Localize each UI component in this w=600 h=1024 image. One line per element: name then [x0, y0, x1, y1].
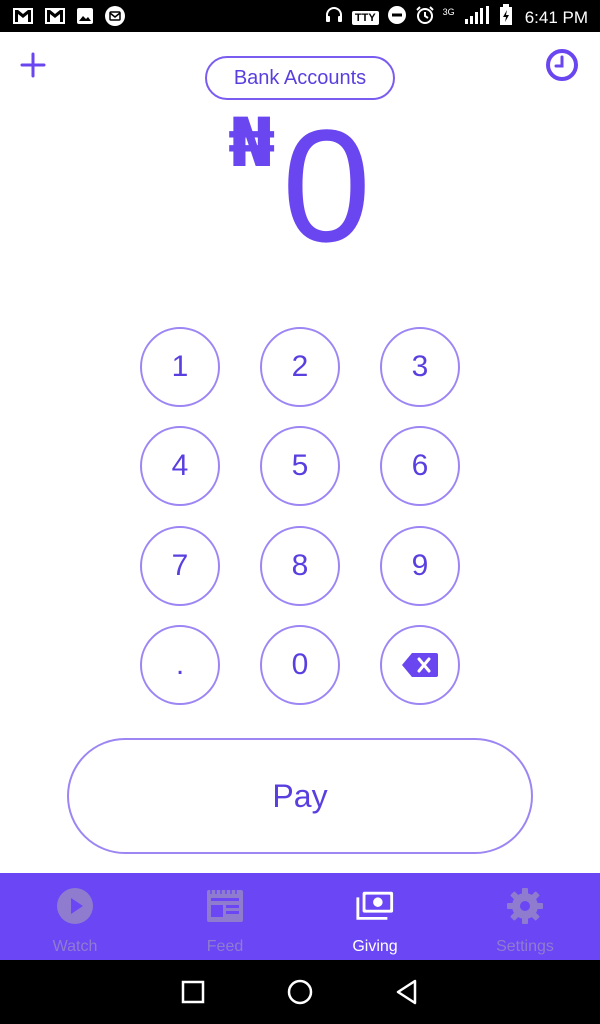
- circle-icon: [287, 979, 313, 1005]
- home-button[interactable]: [285, 977, 315, 1007]
- bottom-nav: Watch Feed Giving Settings: [0, 873, 600, 960]
- key-3[interactable]: 3: [380, 327, 460, 407]
- nav-label-feed: Feed: [206, 938, 244, 955]
- nav-item-feed[interactable]: Feed: [150, 873, 300, 960]
- key-8[interactable]: 8: [260, 526, 340, 606]
- history-button[interactable]: [545, 48, 579, 82]
- key-2[interactable]: 2: [260, 327, 340, 407]
- recents-button[interactable]: [178, 977, 208, 1007]
- key-decimal[interactable]: .: [140, 625, 220, 705]
- mail-icon: [104, 5, 126, 32]
- gmail-icon: [44, 7, 66, 30]
- backspace-button[interactable]: [380, 625, 460, 705]
- battery-icon: [499, 4, 513, 31]
- key-6[interactable]: 6: [380, 426, 460, 506]
- nav-item-giving[interactable]: Giving: [300, 873, 450, 960]
- gmail-icon: [12, 7, 34, 30]
- network-type: 3G: [442, 6, 455, 17]
- currency-symbol: ₦: [228, 104, 276, 183]
- key-1[interactable]: 1: [140, 327, 220, 407]
- key-0[interactable]: 0: [260, 625, 340, 705]
- plus-icon: [20, 52, 46, 78]
- tty-badge: TTY: [351, 10, 379, 25]
- signal-icon: [463, 5, 491, 30]
- nav-item-settings[interactable]: Settings: [450, 873, 600, 960]
- amount-display: 0: [282, 96, 371, 275]
- headset-icon: [324, 5, 344, 30]
- pay-button[interactable]: Pay: [67, 738, 533, 854]
- nav-label-watch: Watch: [52, 938, 98, 955]
- gear-icon: [505, 886, 545, 926]
- backspace-icon: [402, 653, 438, 677]
- key-5[interactable]: 5: [260, 426, 340, 506]
- nav-item-watch[interactable]: Watch: [0, 873, 150, 960]
- square-icon: [181, 980, 205, 1004]
- play-icon: [55, 886, 95, 926]
- key-7[interactable]: 7: [140, 526, 220, 606]
- do-not-disturb-icon: [387, 5, 407, 30]
- alarm-icon: [415, 5, 435, 30]
- status-time: 6:41 PM: [524, 7, 588, 27]
- clock-icon: [546, 49, 578, 81]
- system-nav-bar: [0, 960, 600, 1024]
- back-triangle-icon: [396, 979, 417, 1005]
- nav-label-giving: Giving: [352, 938, 398, 955]
- image-icon: [76, 7, 94, 30]
- newspaper-icon: [205, 886, 245, 926]
- key-9[interactable]: 9: [380, 526, 460, 606]
- status-bar: TTY 3G 6:41 PM: [0, 0, 600, 32]
- add-button[interactable]: [18, 50, 48, 80]
- nav-label-settings: Settings: [496, 938, 554, 955]
- key-4[interactable]: 4: [140, 426, 220, 506]
- bank-accounts-button[interactable]: Bank Accounts: [205, 56, 395, 100]
- back-button[interactable]: [392, 977, 422, 1007]
- money-icon: [355, 886, 395, 926]
